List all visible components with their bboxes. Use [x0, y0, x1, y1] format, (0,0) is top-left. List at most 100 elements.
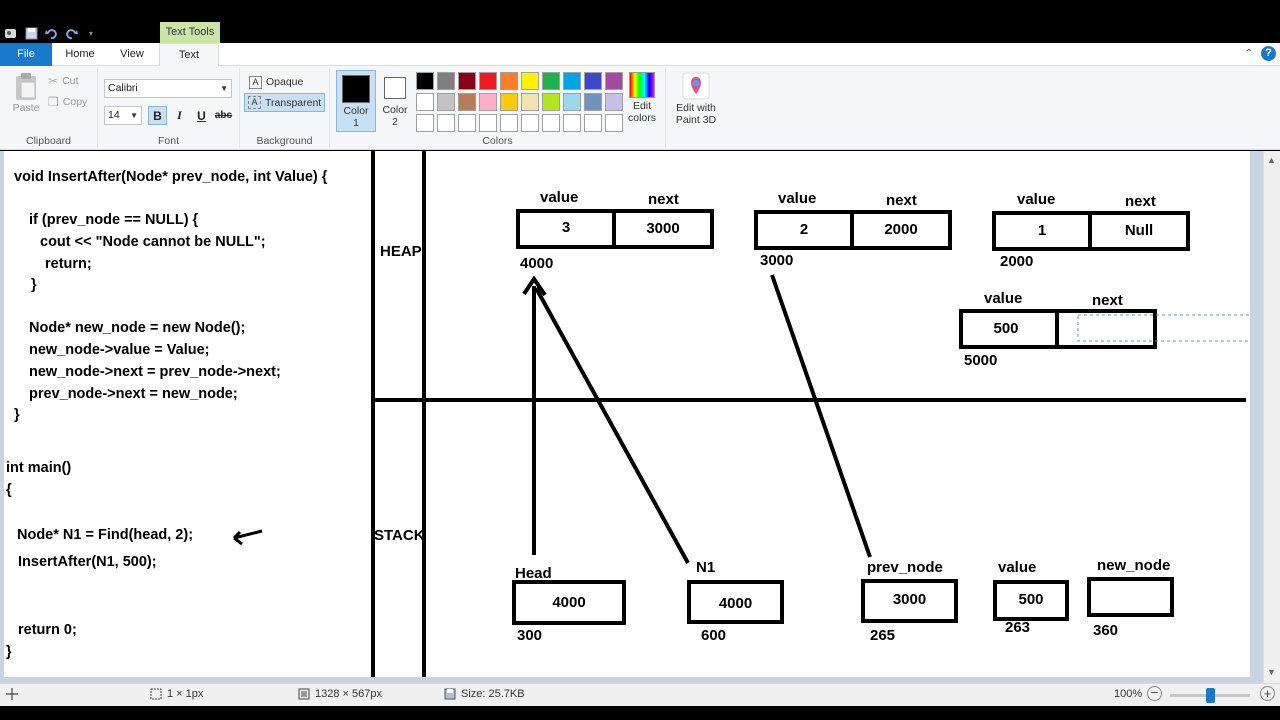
- color1-swatch: [342, 75, 370, 103]
- palette-swatch[interactable]: [584, 72, 602, 90]
- palette-swatch[interactable]: [563, 93, 581, 111]
- palette-swatch[interactable]: [521, 114, 539, 132]
- code-line-11: int main(): [6, 460, 72, 476]
- palette-swatch[interactable]: [416, 114, 434, 132]
- n1-pointer-line: [534, 287, 690, 564]
- scroll-down-icon[interactable]: ▼: [1267, 667, 1276, 677]
- zoom-out-button[interactable]: −: [1147, 686, 1162, 701]
- drawing-canvas[interactable]: void InsertAfter(Node* prev_node, int Va…: [4, 151, 1250, 677]
- tab-view[interactable]: View: [108, 43, 156, 66]
- customize-toolbar-chevron-icon[interactable]: ▾: [84, 26, 98, 40]
- status-bar: 1 × 1px 1328 × 567px Size: 25.7KB 100% −…: [0, 683, 1280, 706]
- bold-button[interactable]: B: [148, 106, 167, 125]
- code-line-14: InsertAfter(N1, 500);: [18, 554, 157, 570]
- ribbon: Paste ✂ Cut ❐ Copy Clipboard Calibri ▼ 1…: [0, 66, 1280, 150]
- cursor-position-icon: [6, 688, 18, 700]
- palette-swatch[interactable]: [605, 93, 623, 111]
- palette-swatch[interactable]: [437, 114, 455, 132]
- transparent-icon: A: [248, 96, 261, 109]
- font-group: Calibri ▼ 14 ▼ B I U abc Font: [98, 68, 240, 148]
- palette-swatch[interactable]: [437, 93, 455, 111]
- redo-icon[interactable]: [64, 26, 78, 40]
- palette-swatch[interactable]: [563, 72, 581, 90]
- node4-value-header: value: [984, 290, 1023, 307]
- text-selection-box[interactable]: [1077, 314, 1250, 342]
- save-icon[interactable]: [24, 26, 38, 40]
- scroll-up-icon[interactable]: ▲: [1267, 155, 1276, 165]
- palette-swatch[interactable]: [605, 72, 623, 90]
- clipboard-group-label: Clipboard: [26, 135, 71, 147]
- font-group-label: Font: [157, 135, 179, 147]
- palette-swatch[interactable]: [479, 114, 497, 132]
- palette-swatch[interactable]: [458, 93, 476, 111]
- n1-value: 4000: [718, 595, 753, 612]
- zoom-slider-thumb[interactable]: [1205, 688, 1215, 703]
- head-value: 4000: [552, 594, 586, 611]
- undo-icon[interactable]: [44, 26, 58, 40]
- palette-swatch[interactable]: [500, 93, 518, 111]
- code-line-12: {: [6, 482, 12, 498]
- color2-button[interactable]: Color 2: [376, 70, 414, 132]
- palette-swatch[interactable]: [542, 93, 560, 111]
- palette-swatch[interactable]: [542, 114, 560, 132]
- collapse-ribbon-chevron-icon[interactable]: ⌃: [1245, 48, 1253, 59]
- tab-home[interactable]: Home: [54, 43, 106, 66]
- palette-swatch[interactable]: [479, 93, 497, 111]
- chevron-down-icon: ▼: [220, 84, 228, 93]
- chevron-down-icon: ▼: [130, 111, 138, 120]
- palette-swatch[interactable]: [458, 72, 476, 90]
- zoom-slider[interactable]: [1170, 688, 1250, 703]
- zoom-in-button[interactable]: +: [1260, 686, 1275, 701]
- tab-text[interactable]: Text: [159, 43, 219, 67]
- transparent-label: Transparent: [265, 96, 322, 109]
- selection-size: 1 × 1px: [150, 688, 203, 700]
- strikethrough-button[interactable]: abc: [214, 106, 233, 125]
- color-palette: [416, 72, 623, 132]
- palette-swatch[interactable]: [584, 114, 602, 132]
- stack-box-new-node: [1087, 577, 1174, 617]
- palette-swatch[interactable]: [416, 93, 434, 111]
- palette-swatch[interactable]: [563, 114, 581, 132]
- palette-swatch[interactable]: [500, 72, 518, 90]
- paint-app-icon[interactable]: [4, 26, 18, 40]
- palette-swatch[interactable]: [437, 72, 455, 90]
- taskbar-strip: [0, 706, 1280, 720]
- help-icon[interactable]: ?: [1261, 46, 1276, 61]
- cut-button[interactable]: ✂ Cut: [48, 74, 78, 88]
- palette-swatch[interactable]: [584, 93, 602, 111]
- prev-node-label: prev_node: [867, 559, 943, 576]
- palette-swatch[interactable]: [458, 114, 476, 132]
- color1-label: Color: [343, 105, 369, 117]
- edit-with-paint3d-button[interactable]: Edit with Paint 3D: [668, 72, 724, 132]
- color1-button[interactable]: Color 1: [336, 70, 376, 132]
- colors-group-label: Colors: [482, 135, 513, 147]
- file-size: Size: 25.7KB: [444, 688, 525, 700]
- paste-button[interactable]: Paste: [8, 72, 44, 122]
- code-line-5: }: [31, 277, 37, 293]
- palette-swatch[interactable]: [605, 114, 623, 132]
- copy-button[interactable]: ❐ Copy: [48, 95, 87, 109]
- vertical-scrollbar[interactable]: ▲ ▼: [1263, 151, 1280, 683]
- transparent-option[interactable]: A Transparent: [244, 93, 326, 112]
- palette-swatch[interactable]: [521, 72, 539, 90]
- node1-address: 4000: [520, 255, 554, 272]
- code-line-16: }: [6, 644, 12, 660]
- value-var-address: 263: [1005, 619, 1031, 636]
- tab-file[interactable]: File: [0, 43, 52, 66]
- underline-button[interactable]: U: [192, 106, 211, 125]
- palette-swatch[interactable]: [416, 72, 434, 90]
- font-family-dropdown[interactable]: Calibri ▼: [104, 79, 232, 98]
- selection-icon: [150, 688, 162, 700]
- paint3d-icon: [682, 72, 710, 100]
- edit-colors-button[interactable]: Edit colors: [622, 72, 662, 132]
- palette-swatch[interactable]: [542, 72, 560, 90]
- font-size-dropdown[interactable]: 14 ▼: [104, 106, 142, 125]
- code-line-9: prev_node->next = new_node;: [29, 386, 238, 402]
- palette-swatch[interactable]: [500, 114, 518, 132]
- palette-swatch[interactable]: [521, 93, 539, 111]
- palette-swatch[interactable]: [479, 72, 497, 90]
- italic-button[interactable]: I: [170, 106, 189, 125]
- opaque-option[interactable]: A Opaque: [246, 73, 306, 91]
- paint3d-label-1: Edit with: [676, 102, 716, 114]
- file-size-value: Size: 25.7KB: [461, 688, 525, 700]
